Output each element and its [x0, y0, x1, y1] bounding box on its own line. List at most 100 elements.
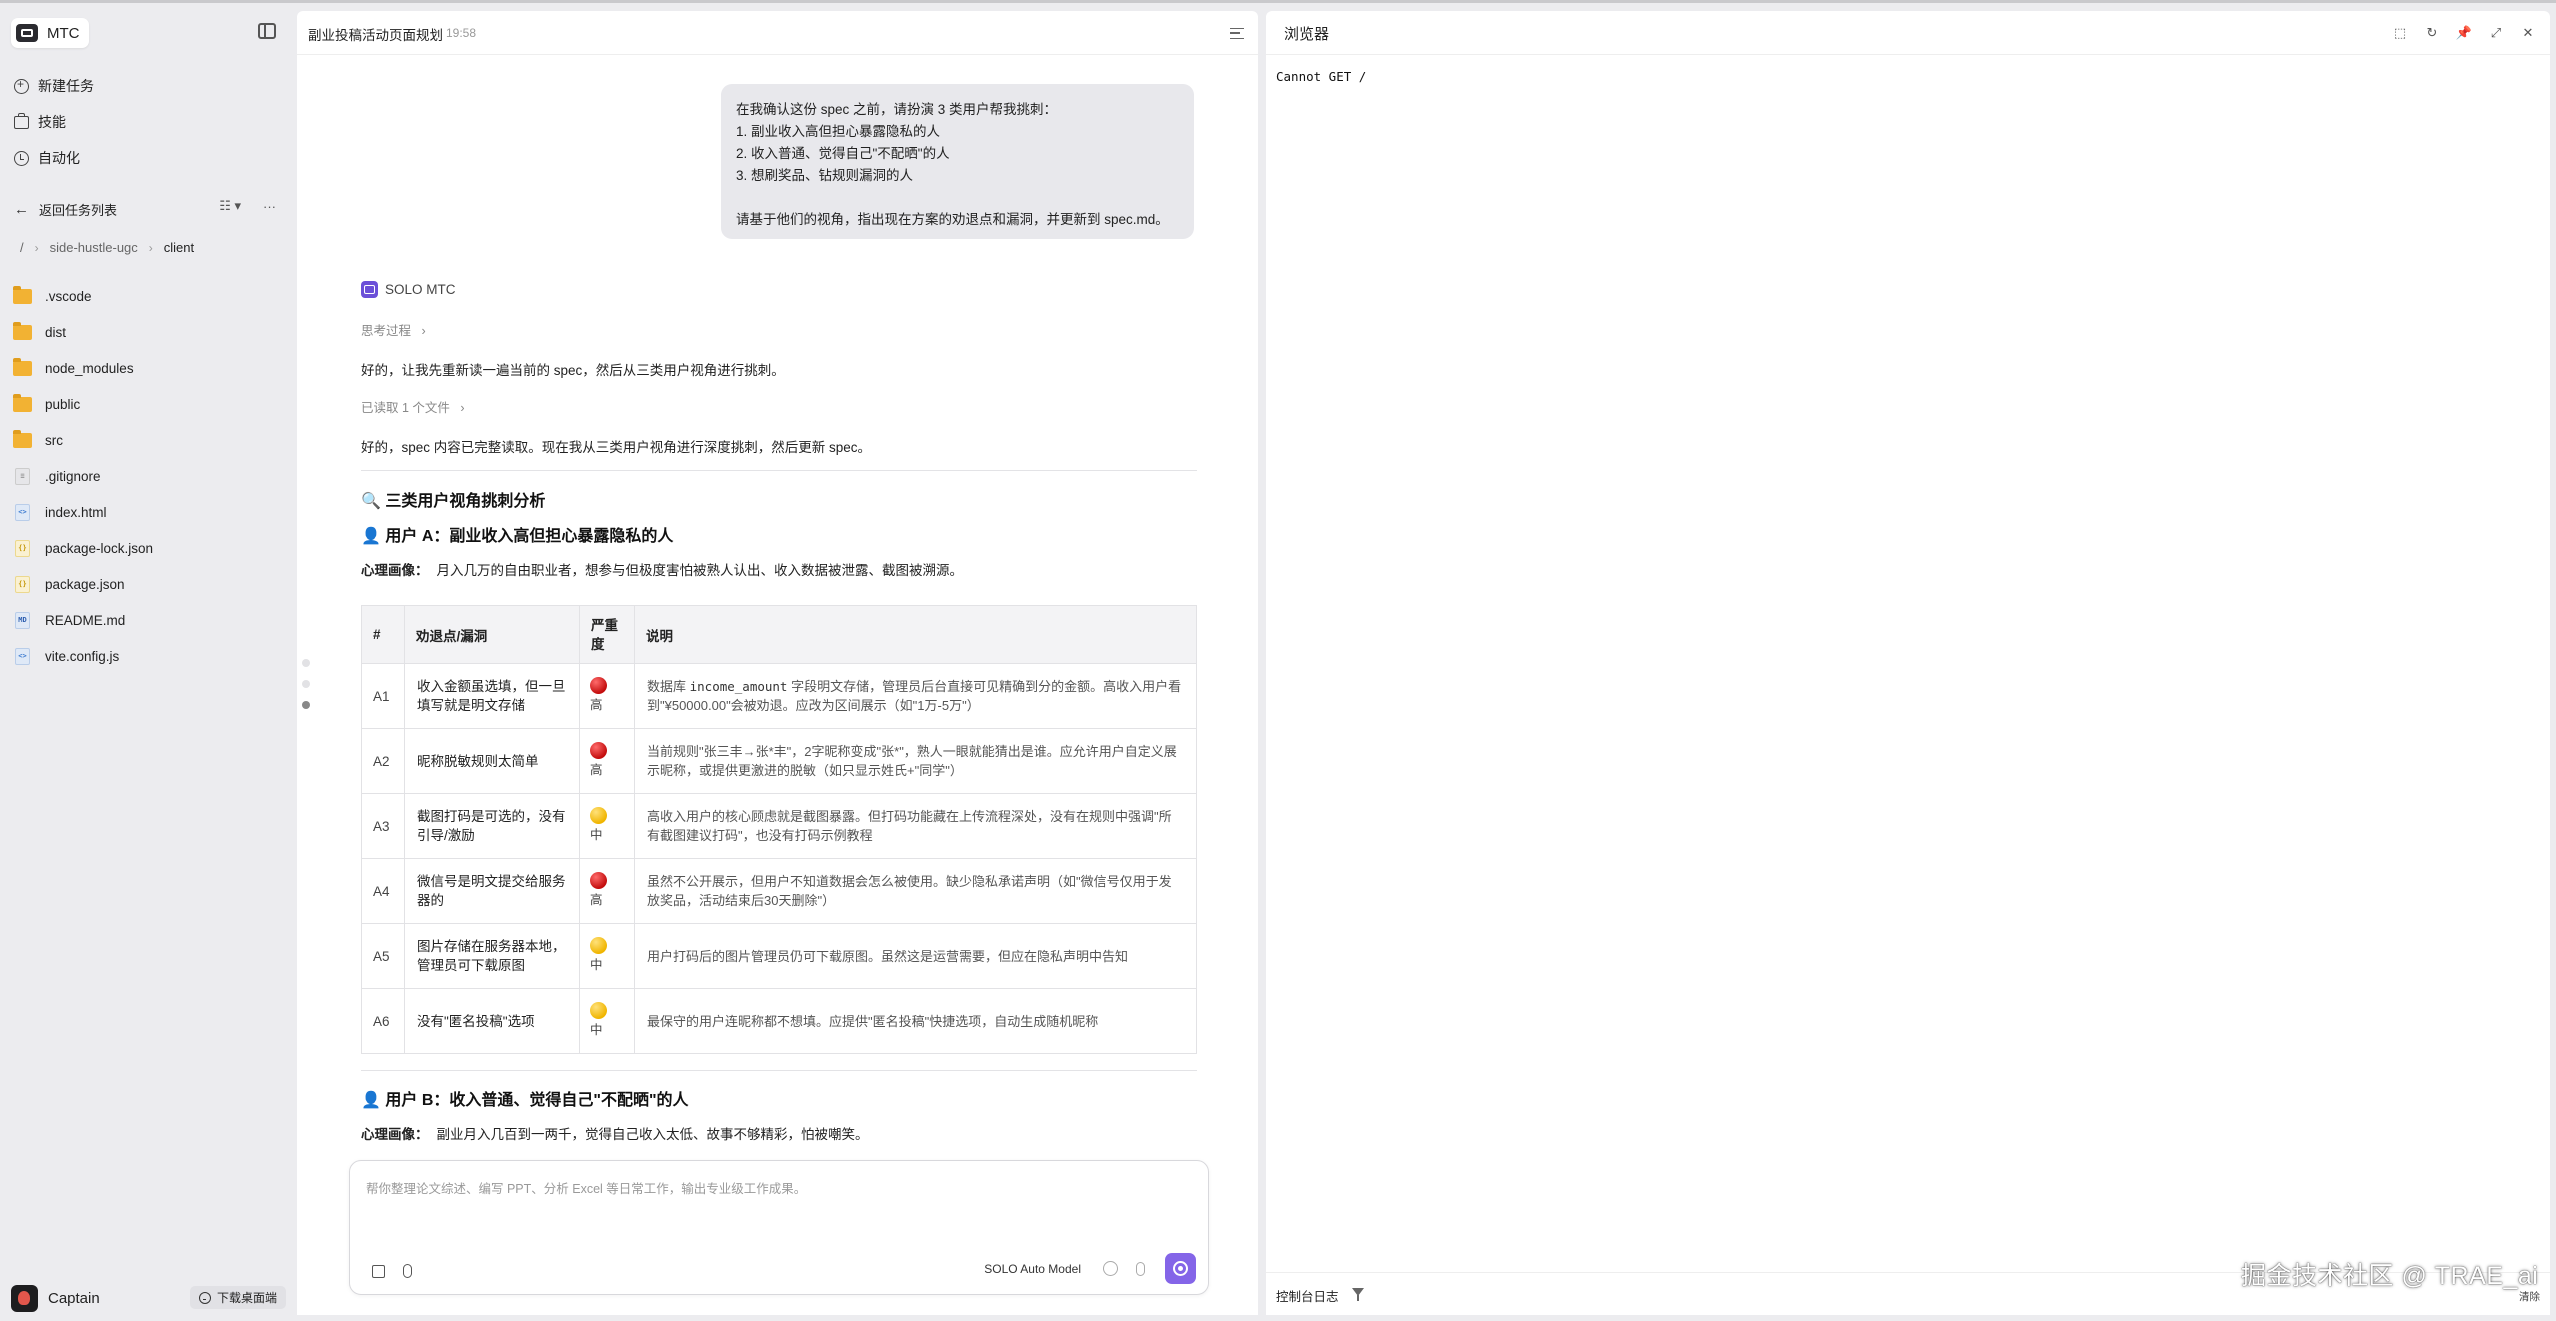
row-description: 高收入用户的核心顾虑就是截图暴露。但打码功能藏在上传流程深处，没有在规则中强调"…: [634, 793, 1197, 859]
file-tree-item[interactable]: dist: [13, 314, 153, 350]
file-tree-item[interactable]: src: [13, 422, 153, 458]
file-name: package.json: [45, 576, 125, 592]
severity-label: 高: [590, 763, 603, 777]
row-point: 图片存储在服务器本地，管理员可下载原图: [404, 923, 580, 989]
file-tree-item[interactable]: <> index.html: [13, 494, 153, 530]
row-description: 数据库 income_amount 字段明文存储，管理员后台直接可见精确到分的金…: [634, 663, 1197, 729]
js-file-icon: <>: [15, 647, 30, 665]
message-composer[interactable]: 帮你整理论文综述、编写 PPT、分析 Excel 等日常工作，输出专业级工作成果…: [349, 1160, 1209, 1295]
composer-tools: [372, 1264, 412, 1278]
attach-icon[interactable]: [403, 1264, 412, 1278]
back-label: 返回任务列表: [39, 202, 118, 218]
severity-cell: 高: [579, 858, 635, 924]
agent-logo-icon: [361, 281, 378, 298]
skills-icon: [14, 112, 29, 129]
file-tree-item[interactable]: <> vite.config.js: [13, 638, 153, 674]
chevron-right-icon: ›: [148, 240, 153, 255]
slash-command-icon[interactable]: [372, 1264, 385, 1278]
console-log-tab[interactable]: 控制台日志: [1276, 1286, 1339, 1305]
download-label: 下载桌面端: [216, 1291, 277, 1305]
breadcrumb-current[interactable]: client: [164, 240, 194, 255]
expand-icon[interactable]: ⤢: [2488, 25, 2504, 41]
file-tree-item[interactable]: .vscode: [13, 278, 153, 314]
user-profile[interactable]: Captain 下载桌面端: [11, 1284, 286, 1312]
message-nav-dot[interactable]: [302, 680, 310, 688]
row-id: A6: [361, 988, 405, 1054]
severity-label: 高: [590, 698, 603, 712]
chat-mode-icon[interactable]: [1103, 1261, 1118, 1276]
user-message-line: 2. 收入普通、觉得自己"不配晒"的人: [736, 146, 950, 161]
send-button[interactable]: [1165, 1253, 1196, 1284]
back-to-task-list[interactable]: ← 返回任务列表 ☷ ▾ ···: [14, 198, 284, 220]
file-tree-item[interactable]: public: [13, 386, 153, 422]
row-point: 截图打码是可选的，没有引导/激励: [404, 793, 580, 859]
red-circle-icon: [590, 677, 607, 694]
chevron-right-icon: ›: [453, 401, 465, 415]
message-nav-dot-active[interactable]: [302, 701, 310, 709]
file-tree-item[interactable]: {} package.json: [13, 566, 153, 602]
filter-icon[interactable]: [1352, 1288, 1364, 1301]
watermark: 掘金技术社区 @ TRAE_ai: [2241, 1262, 2539, 1290]
file-name: index.html: [45, 504, 107, 520]
user-b-profile: 心理画像： 副业月入几百到一两千，觉得自己收入太低、故事不够精彩，怕被嘲笑。: [361, 1123, 869, 1143]
desc-text: 数据库: [647, 679, 690, 694]
nav-new-task[interactable]: 新建任务: [14, 73, 94, 99]
message-nav-dot[interactable]: [302, 659, 310, 667]
gitignore-file-icon: ≡: [15, 467, 30, 485]
refresh-icon[interactable]: ↻: [2424, 25, 2440, 41]
download-desktop-button[interactable]: 下载桌面端: [189, 1286, 286, 1309]
composer-placeholder[interactable]: 帮你整理论文综述、编写 PPT、分析 Excel 等日常工作，输出专业级工作成果…: [366, 1178, 806, 1197]
browser-header: 浏览器 ⬚ ↻ 📌 ⤢ ✕: [1266, 11, 2550, 55]
breadcrumb-root[interactable]: /: [20, 240, 24, 255]
yellow-circle-icon: [590, 937, 607, 954]
severity-cell: 中: [579, 988, 635, 1054]
chat-header: 副业投稿活动页面规划 19:58: [297, 11, 1258, 55]
workspace-name: MTC: [47, 24, 80, 42]
files-read-toggle[interactable]: 已读取 1 个文件 ›: [361, 397, 465, 416]
severity-cell: 高: [579, 663, 635, 729]
close-icon[interactable]: ✕: [2520, 25, 2536, 41]
row-id: A4: [361, 858, 405, 924]
folder-icon: [13, 321, 32, 340]
yellow-circle-icon: [590, 807, 607, 824]
row-description: 最保守的用户连昵称都不想填。应提供"匿名投稿"快捷选项，自动生成随机昵称: [634, 988, 1197, 1054]
element-picker-icon[interactable]: ⬚: [2392, 25, 2408, 41]
row-point: 没有"匿名投稿"选项: [404, 988, 580, 1054]
chat-outline-icon[interactable]: [1230, 28, 1244, 39]
file-tree-item[interactable]: node_modules: [13, 350, 153, 386]
severity-cell: 中: [579, 923, 635, 989]
breadcrumb-item[interactable]: side-hustle-ugc: [50, 240, 138, 255]
table-header-row: # 劝退点/漏洞 严重度 说明: [361, 605, 1197, 664]
microphone-icon[interactable]: [1136, 1261, 1145, 1276]
agent-header: SOLO MTC: [361, 281, 456, 298]
model-selector[interactable]: SOLO Auto Model: [984, 1262, 1081, 1276]
window-top-edge: [0, 0, 2556, 3]
user-message-bubble: 在我确认这份 spec 之前，请扮演 3 类用户帮我挑刺： 1. 副业收入高但担…: [721, 84, 1194, 239]
workspace-switcher[interactable]: MTC: [11, 18, 89, 48]
file-name: node_modules: [45, 360, 134, 376]
table-row: A1 收入金额虽选填，但一旦填写就是明文存储 高 数据库 income_amou…: [361, 663, 1197, 729]
chevron-right-icon: ›: [34, 240, 39, 255]
row-point: 昵称脱敏规则太简单: [404, 728, 580, 794]
back-arrow-icon: ←: [14, 200, 29, 218]
nav-label: 自动化: [38, 150, 80, 166]
avatar: [11, 1284, 38, 1312]
profile-label: 心理画像：: [361, 1127, 429, 1142]
column-header: 说明: [634, 605, 1197, 664]
file-name: dist: [45, 324, 67, 340]
more-options-icon[interactable]: ···: [263, 199, 276, 214]
severity-cell: 高: [579, 728, 635, 794]
file-tree-item[interactable]: {} package-lock.json: [13, 530, 153, 566]
thinking-toggle[interactable]: 思考过程 ›: [361, 320, 426, 339]
view-options-icon[interactable]: ☷ ▾: [219, 198, 241, 214]
files-read-label: 已读取 1 个文件: [361, 401, 450, 415]
nav-skills[interactable]: 技能: [14, 109, 66, 135]
nav-automation[interactable]: 自动化: [14, 145, 80, 171]
sidebar-toggle-icon[interactable]: [258, 23, 276, 39]
file-tree-item[interactable]: MD README.md: [13, 602, 153, 638]
file-tree-item[interactable]: ≡ .gitignore: [13, 458, 153, 494]
column-header: 劝退点/漏洞: [404, 605, 580, 664]
pin-icon[interactable]: 📌: [2456, 25, 2472, 41]
agent-name: SOLO MTC: [385, 282, 456, 297]
severity-label: 高: [590, 893, 603, 907]
